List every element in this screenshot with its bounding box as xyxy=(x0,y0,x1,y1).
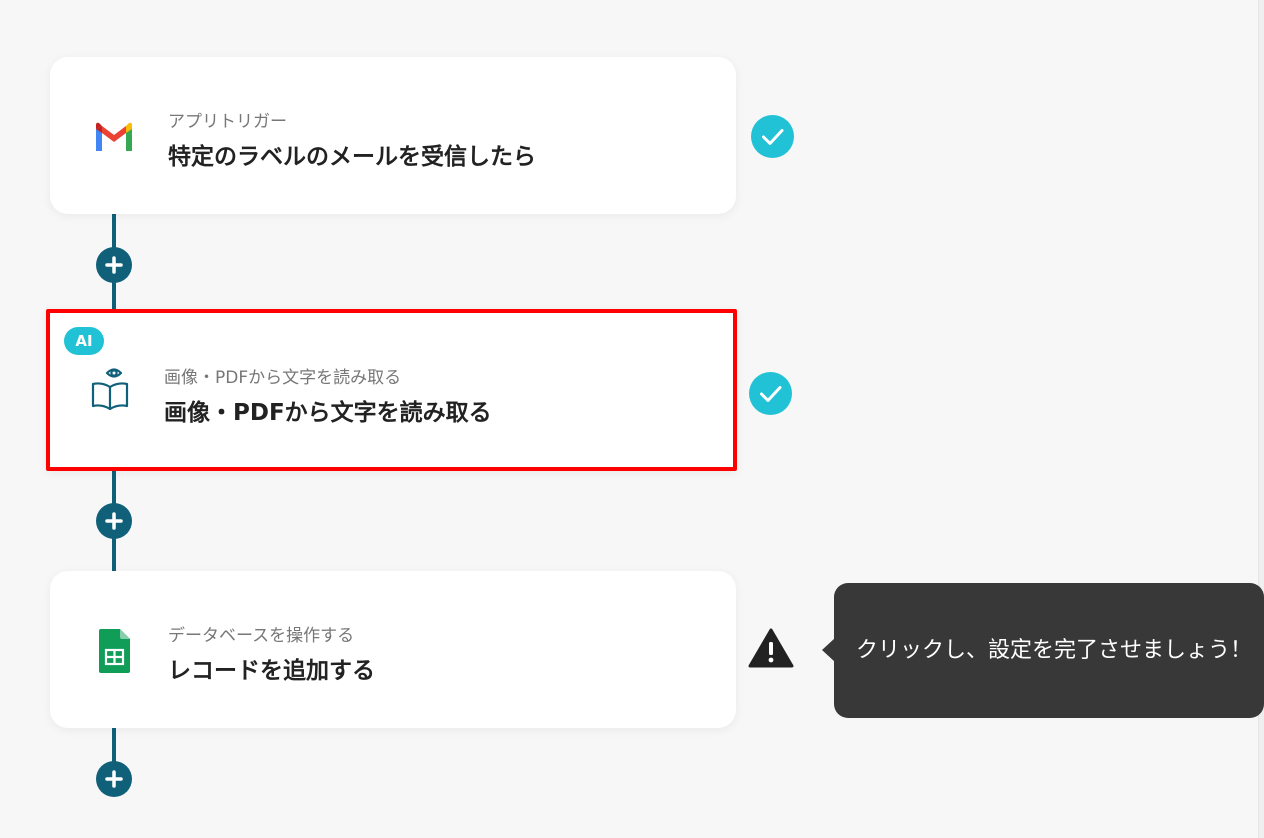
add-step-button[interactable] xyxy=(96,503,132,539)
flow-step-add-record[interactable]: データベースを操作する レコードを追加する xyxy=(50,571,736,728)
step-subtitle: アプリトリガー xyxy=(168,112,287,132)
setup-tooltip: クリックし、設定を完了させましょう！ xyxy=(834,583,1264,718)
plus-icon xyxy=(105,256,123,274)
gmail-icon xyxy=(90,113,138,161)
plus-icon xyxy=(105,512,123,530)
step-subtitle: データベースを操作する xyxy=(168,626,355,646)
ai-badge: AI xyxy=(64,327,104,355)
ocr-book-eye-icon xyxy=(86,365,134,413)
google-sheets-icon xyxy=(90,627,138,675)
flow-step-trigger[interactable]: アプリトリガー 特定のラベルのメールを受信したら xyxy=(50,57,736,214)
step-subtitle: 画像・PDFから文字を読み取る xyxy=(164,368,402,388)
add-step-button[interactable] xyxy=(96,247,132,283)
add-step-button[interactable] xyxy=(96,761,132,797)
step-title: 画像・PDFから文字を読み取る xyxy=(164,400,492,426)
step-title: 特定のラベルのメールを受信したら xyxy=(168,144,536,170)
check-circle-icon xyxy=(751,115,794,158)
warning-icon xyxy=(748,628,794,668)
plus-icon xyxy=(105,770,123,788)
check-circle-icon xyxy=(749,372,792,415)
flow-step-ocr[interactable]: AI 画像・PDFから文字を読み取る 画像・PDFから文字を読み取る xyxy=(46,309,737,471)
step-title: レコードを追加する xyxy=(168,658,375,684)
